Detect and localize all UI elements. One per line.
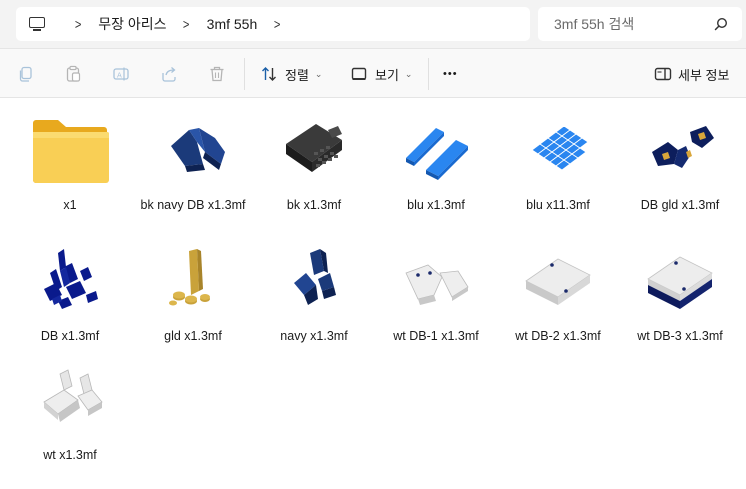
sort-label: 정렬 bbox=[285, 67, 309, 83]
3d-model-icon bbox=[22, 362, 118, 438]
view-button[interactable]: 보기 ⌄ bbox=[350, 62, 412, 86]
chevron-down-icon: ⌄ bbox=[314, 68, 323, 79]
details-pane-icon bbox=[654, 67, 672, 81]
sort-icon bbox=[262, 67, 276, 81]
details-label: 세부 정보 bbox=[678, 67, 730, 83]
paste-button[interactable] bbox=[64, 62, 82, 86]
chevron-right-icon[interactable]: > bbox=[75, 16, 82, 32]
file-name: bk x1.3mf bbox=[286, 198, 342, 212]
folder-icon bbox=[22, 112, 118, 188]
3d-model-icon bbox=[632, 243, 728, 319]
chevron-right-icon[interactable]: > bbox=[183, 16, 190, 32]
file-item-3mf[interactable]: wt DB-1 x1.3mf bbox=[378, 243, 494, 353]
file-item-3mf[interactable]: DB x1.3mf bbox=[12, 243, 128, 353]
share-button[interactable] bbox=[160, 62, 178, 86]
file-item-3mf[interactable]: blu x11.3mf bbox=[500, 112, 616, 222]
address-row: > 무장 아리스 > 3mf 55h > bbox=[0, 0, 746, 48]
pc-icon[interactable] bbox=[28, 16, 46, 32]
search-box[interactable] bbox=[538, 7, 742, 41]
chevron-down-icon: ⌄ bbox=[404, 68, 413, 79]
file-name: wt DB-1 x1.3mf bbox=[393, 329, 479, 343]
search-input[interactable] bbox=[554, 16, 704, 32]
chevron-right-icon[interactable]: > bbox=[274, 16, 281, 32]
file-item-3mf[interactable]: gld x1.3mf bbox=[135, 243, 251, 353]
file-name: gld x1.3mf bbox=[164, 329, 222, 343]
file-name: bk navy DB x1.3mf bbox=[140, 198, 246, 212]
file-item-3mf[interactable]: DB gld x1.3mf bbox=[622, 112, 738, 222]
svg-text:A: A bbox=[117, 71, 122, 79]
3d-model-icon bbox=[145, 112, 241, 188]
file-item-3mf[interactable]: blu x1.3mf bbox=[378, 112, 494, 222]
file-name: blu x11.3mf bbox=[526, 198, 590, 212]
file-name: navy x1.3mf bbox=[280, 329, 348, 343]
file-name: x1 bbox=[63, 198, 77, 212]
3d-model-icon bbox=[22, 243, 118, 319]
breadcrumb-item-current[interactable]: 3mf 55h bbox=[205, 16, 260, 32]
paste-icon bbox=[66, 65, 81, 82]
file-name: wt DB-2 x1.3mf bbox=[515, 329, 601, 343]
file-name: DB x1.3mf bbox=[40, 329, 100, 343]
copy-button[interactable] bbox=[17, 62, 35, 86]
file-item-3mf[interactable]: wt x1.3mf bbox=[12, 362, 128, 472]
view-icon bbox=[351, 67, 367, 80]
address-bar[interactable]: > 무장 아리스 > 3mf 55h > bbox=[16, 7, 530, 41]
file-grid: x1 bk navy DB x1.3mf bk x1.3mf blu x1.3m… bbox=[0, 98, 746, 489]
file-name: DB gld x1.3mf bbox=[640, 198, 720, 212]
file-name: blu x1.3mf bbox=[407, 198, 465, 212]
3d-model-icon bbox=[388, 243, 484, 319]
3d-model-icon bbox=[145, 243, 241, 319]
file-item-3mf[interactable]: bk x1.3mf bbox=[256, 112, 372, 222]
3d-model-icon bbox=[632, 112, 728, 188]
file-name: wt x1.3mf bbox=[43, 448, 97, 462]
search-icon[interactable] bbox=[714, 17, 728, 31]
share-icon bbox=[162, 67, 176, 82]
sort-button[interactable]: 정렬 ⌄ bbox=[260, 62, 322, 86]
file-item-3mf[interactable]: wt DB-2 x1.3mf bbox=[500, 243, 616, 353]
file-item-3mf[interactable]: bk navy DB x1.3mf bbox=[135, 112, 251, 222]
rename-icon: A bbox=[113, 67, 129, 81]
3d-model-icon bbox=[510, 243, 606, 319]
details-pane-button[interactable]: 세부 정보 bbox=[654, 62, 729, 86]
toolbar-divider bbox=[244, 58, 245, 90]
file-item-3mf[interactable]: wt DB-3 x1.3mf bbox=[622, 243, 738, 353]
rename-button[interactable]: A bbox=[112, 62, 130, 86]
file-item-folder[interactable]: x1 bbox=[12, 112, 128, 222]
file-name: wt DB-3 x1.3mf bbox=[637, 329, 723, 343]
delete-button[interactable] bbox=[208, 62, 226, 86]
file-item-3mf[interactable]: navy x1.3mf bbox=[256, 243, 372, 353]
command-bar: A 정렬 ⌄ 보기 ⌄ ••• 세부 정보 bbox=[0, 48, 746, 98]
trash-icon bbox=[210, 66, 224, 82]
toolbar-divider bbox=[428, 58, 429, 90]
3d-model-icon bbox=[266, 243, 362, 319]
3d-model-icon bbox=[266, 112, 362, 188]
copy-icon bbox=[19, 66, 32, 82]
3d-model-icon bbox=[388, 112, 484, 188]
breadcrumb-item-folder[interactable]: 무장 아리스 bbox=[96, 14, 168, 34]
more-options-button[interactable]: ••• bbox=[443, 62, 458, 86]
3d-model-icon bbox=[510, 112, 606, 188]
view-label: 보기 bbox=[375, 67, 399, 83]
